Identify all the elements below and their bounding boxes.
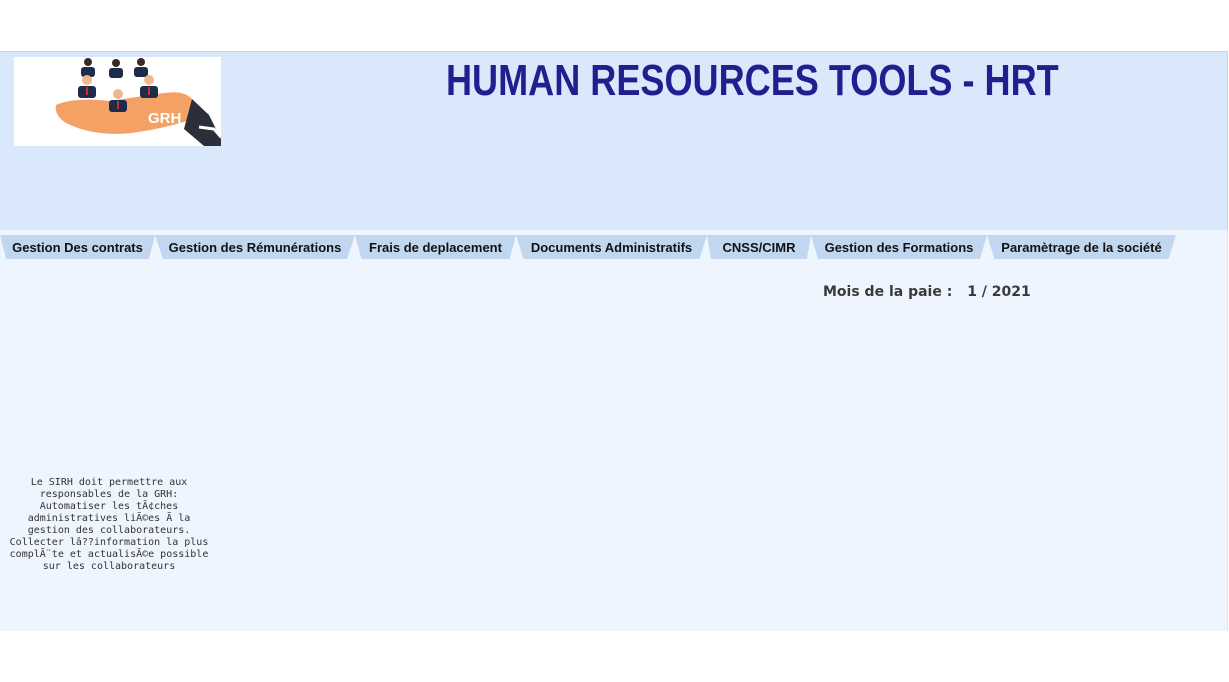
tab-label: Gestion Des contrats [12,240,143,255]
grh-logo-image: GRH [55,58,221,146]
header-banner: GRH HUMAN RESOURCES TOOLS - HRT [0,51,1228,230]
tab-parametrage-societe[interactable]: Paramètrage de la société [987,235,1176,259]
payroll-month-value: 1 / 2021 [967,284,1031,300]
tab-label: Gestion des Rémunérations [168,240,342,255]
tab-documents-administratifs[interactable]: Documents Administratifs [516,235,707,259]
tab-label: Documents Administratifs [530,240,693,255]
tab-frais-de-deplacement[interactable]: Frais de deplacement [355,235,516,259]
tab-gestion-des-contrats[interactable]: Gestion Des contrats [0,235,155,259]
tab-label: Gestion des Formations [824,240,974,255]
tab-gestion-des-remunerations[interactable]: Gestion des Rémunérations [155,235,355,259]
payroll-month: Mois de la paie : 1 / 2021 [823,284,1031,300]
grh-logo: GRH [14,57,221,146]
tab-cnss-cimr[interactable]: CNSS/CIMR [707,235,811,259]
logo-text: GRH [148,110,181,127]
tab-label: Frais de deplacement [369,240,502,255]
tab-label: Paramètrage de la société [1001,240,1162,255]
sirh-description: Le SIRH doit permettre aux responsables … [9,477,209,572]
tab-label: CNSS/CIMR [722,240,796,255]
payroll-month-label: Mois de la paie : [823,284,953,300]
app-title: HUMAN RESOURCES TOOLS - HRT [446,56,1059,105]
main-nav: Gestion Des contrats Gestion des Rémunér… [0,235,1229,259]
tab-gestion-des-formations[interactable]: Gestion des Formations [811,235,987,259]
